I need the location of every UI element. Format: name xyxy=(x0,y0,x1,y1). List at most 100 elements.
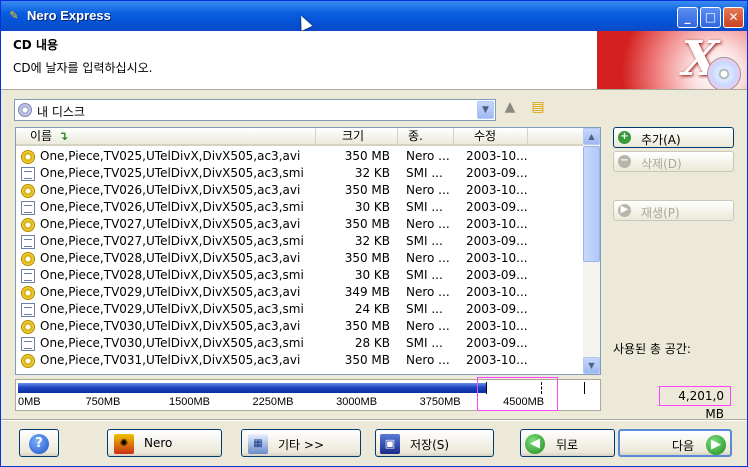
file-row[interactable]: One,Piece,TV030,UTelDivX,DivX505,ac3,smi… xyxy=(16,335,584,352)
file-name: One,Piece,TV028,UTelDivX,DivX505,ac3,avi xyxy=(40,251,301,265)
file-date: 2003-10... xyxy=(466,251,528,265)
nero-app-icon: ✎ xyxy=(9,9,19,22)
video-file-icon xyxy=(21,252,35,266)
subtitle-file-icon xyxy=(21,269,35,283)
file-type: Nero ... xyxy=(406,353,450,367)
close-button[interactable]: ✕ xyxy=(723,7,744,28)
play-icon: ▶ xyxy=(618,204,631,217)
file-size: 24 KB xyxy=(354,302,390,316)
file-date: 2003-09... xyxy=(466,166,528,180)
file-date: 2003-09... xyxy=(466,234,528,248)
plus-icon: + xyxy=(618,131,631,144)
file-size: 30 KB xyxy=(354,200,390,214)
file-name: One,Piece,TV030,UTelDivX,DivX505,ac3,smi xyxy=(40,336,304,350)
file-row[interactable]: One,Piece,TV028,UTelDivX,DivX505,ac3,smi… xyxy=(16,267,584,284)
file-name: One,Piece,TV026,UTelDivX,DivX505,ac3,avi xyxy=(40,183,301,197)
used-space-label: 사용된 총 공간: xyxy=(613,342,691,356)
file-row[interactable]: One,Piece,TV025,UTelDivX,DivX505,ac3,smi… xyxy=(16,165,584,182)
file-size: 350 MB xyxy=(344,183,390,197)
file-date: 2003-09... xyxy=(466,302,528,316)
file-row[interactable]: One,Piece,TV029,UTelDivX,DivX505,ac3,smi… xyxy=(16,301,584,318)
floppy-disk-icon: ▣ xyxy=(380,434,400,454)
file-type: Nero ... xyxy=(406,319,450,333)
back-button-label: 뒤로 xyxy=(556,438,579,452)
file-row[interactable]: One,Piece,TV027,UTelDivX,DivX505,ac3,avi… xyxy=(16,216,584,233)
file-name: One,Piece,TV029,UTelDivX,DivX505,ac3,smi xyxy=(40,302,304,316)
file-row[interactable]: One,Piece,TV025,UTelDivX,DivX505,ac3,avi… xyxy=(16,148,584,165)
chevron-down-icon[interactable]: ▼ xyxy=(477,101,494,119)
file-size: 350 MB xyxy=(344,217,390,231)
column-size[interactable]: 크기 xyxy=(316,128,398,146)
file-size: 349 MB xyxy=(344,285,390,299)
scroll-thumb[interactable] xyxy=(583,146,600,262)
column-name[interactable]: 이름 ↴ xyxy=(16,128,316,146)
file-name: One,Piece,TV030,UTelDivX,DivX505,ac3,avi xyxy=(40,319,301,333)
maximize-button[interactable]: □ xyxy=(700,7,721,28)
more-button[interactable]: ▦ 기타 >> xyxy=(241,429,361,457)
nero-button[interactable]: ✺ Nero xyxy=(107,429,222,457)
file-type: SMI ... xyxy=(406,200,443,214)
file-row[interactable]: One,Piece,TV028,UTelDivX,DivX505,ac3,avi… xyxy=(16,250,584,267)
scroll-up-arrow-icon[interactable]: ▲ xyxy=(583,128,600,145)
location-dropdown[interactable]: 내 디스크 ▼ xyxy=(14,99,496,121)
file-list-scrollbar[interactable]: ▲ ▼ xyxy=(583,128,600,374)
play-button[interactable]: ▶ 재생(P) xyxy=(613,200,734,221)
up-folder-icon[interactable]: ▲ xyxy=(501,98,519,116)
file-size: 32 KB xyxy=(354,234,390,248)
subtitle-file-icon xyxy=(21,235,35,249)
new-folder-icon[interactable]: ▤ xyxy=(529,98,547,116)
file-row[interactable]: One,Piece,TV030,UTelDivX,DivX505,ac3,avi… xyxy=(16,318,584,335)
disc-logo-icon xyxy=(707,57,741,89)
title-bar[interactable]: ✎ Nero Express _ □ ✕ xyxy=(1,1,747,31)
file-row[interactable]: One,Piece,TV027,UTelDivX,DivX505,ac3,smi… xyxy=(16,233,584,250)
file-type: Nero ... xyxy=(406,217,450,231)
file-row[interactable]: One,Piece,TV026,UTelDivX,DivX505,ac3,smi… xyxy=(16,199,584,216)
minimize-button[interactable]: _ xyxy=(677,7,698,28)
file-row[interactable]: One,Piece,TV031,UTelDivX,DivX505,ac3,avi… xyxy=(16,352,584,369)
help-icon: ? xyxy=(29,434,49,454)
add-button[interactable]: + 추가(A) xyxy=(613,127,734,148)
file-date: 2003-10... xyxy=(466,183,528,197)
nero-burn-icon: ✺ xyxy=(114,434,134,454)
video-file-icon xyxy=(21,184,35,198)
column-type[interactable]: 종. xyxy=(398,128,454,146)
back-arrow-icon: ◀ xyxy=(525,434,545,454)
file-rows: One,Piece,TV025,UTelDivX,DivX505,ac3,avi… xyxy=(16,148,584,369)
subtitle-file-icon xyxy=(21,167,35,181)
file-size: 350 MB xyxy=(344,319,390,333)
file-row[interactable]: One,Piece,TV029,UTelDivX,DivX505,ac3,avi… xyxy=(16,284,584,301)
file-name: One,Piece,TV026,UTelDivX,DivX505,ac3,smi xyxy=(40,200,304,214)
file-list[interactable]: 이름 ↴ 크기 종. 수정 One,Piece,TV025,UTelDivX,Di… xyxy=(15,127,601,375)
scroll-down-arrow-icon[interactable]: ▼ xyxy=(583,357,600,374)
file-name: One,Piece,TV025,UTelDivX,DivX505,ac3,avi xyxy=(40,149,301,163)
next-button[interactable]: 다음 ▶ xyxy=(618,429,732,457)
delete-button[interactable]: − 삭제(D) xyxy=(613,151,734,172)
file-list-header: 이름 ↴ 크기 종. 수정 xyxy=(16,128,584,146)
video-file-icon xyxy=(21,218,35,232)
file-type: SMI ... xyxy=(406,234,443,248)
column-name-label: 이름 xyxy=(30,129,53,143)
column-modified[interactable]: 수정 xyxy=(454,128,528,146)
file-name: One,Piece,TV025,UTelDivX,DivX505,ac3,smi xyxy=(40,166,304,180)
file-type: Nero ... xyxy=(406,183,450,197)
delete-button-label: 삭제(D) xyxy=(641,157,682,171)
file-date: 2003-10... xyxy=(466,217,528,231)
save-button[interactable]: ▣ 저장(S) xyxy=(375,429,494,457)
file-size: 350 MB xyxy=(344,353,390,367)
file-size: 30 KB xyxy=(354,268,390,282)
back-button[interactable]: ◀ 뒤로 xyxy=(520,429,615,457)
play-button-label: 재생(P) xyxy=(641,206,680,220)
video-file-icon xyxy=(21,150,35,164)
video-file-icon xyxy=(21,286,35,300)
file-type: SMI ... xyxy=(406,268,443,282)
file-type: Nero ... xyxy=(406,251,450,265)
file-type: SMI ... xyxy=(406,302,443,316)
file-date: 2003-10... xyxy=(466,149,528,163)
help-button[interactable]: ? xyxy=(19,429,59,457)
file-name: One,Piece,TV029,UTelDivX,DivX505,ac3,avi xyxy=(40,285,301,299)
file-type: Nero ... xyxy=(406,285,450,299)
file-row[interactable]: One,Piece,TV026,UTelDivX,DivX505,ac3,avi… xyxy=(16,182,584,199)
capacity-tick-label: 3750MB xyxy=(419,396,461,408)
page-subtitle: CD에 날자를 입력하십시오. xyxy=(13,61,153,75)
capacity-used-fill xyxy=(18,383,486,393)
